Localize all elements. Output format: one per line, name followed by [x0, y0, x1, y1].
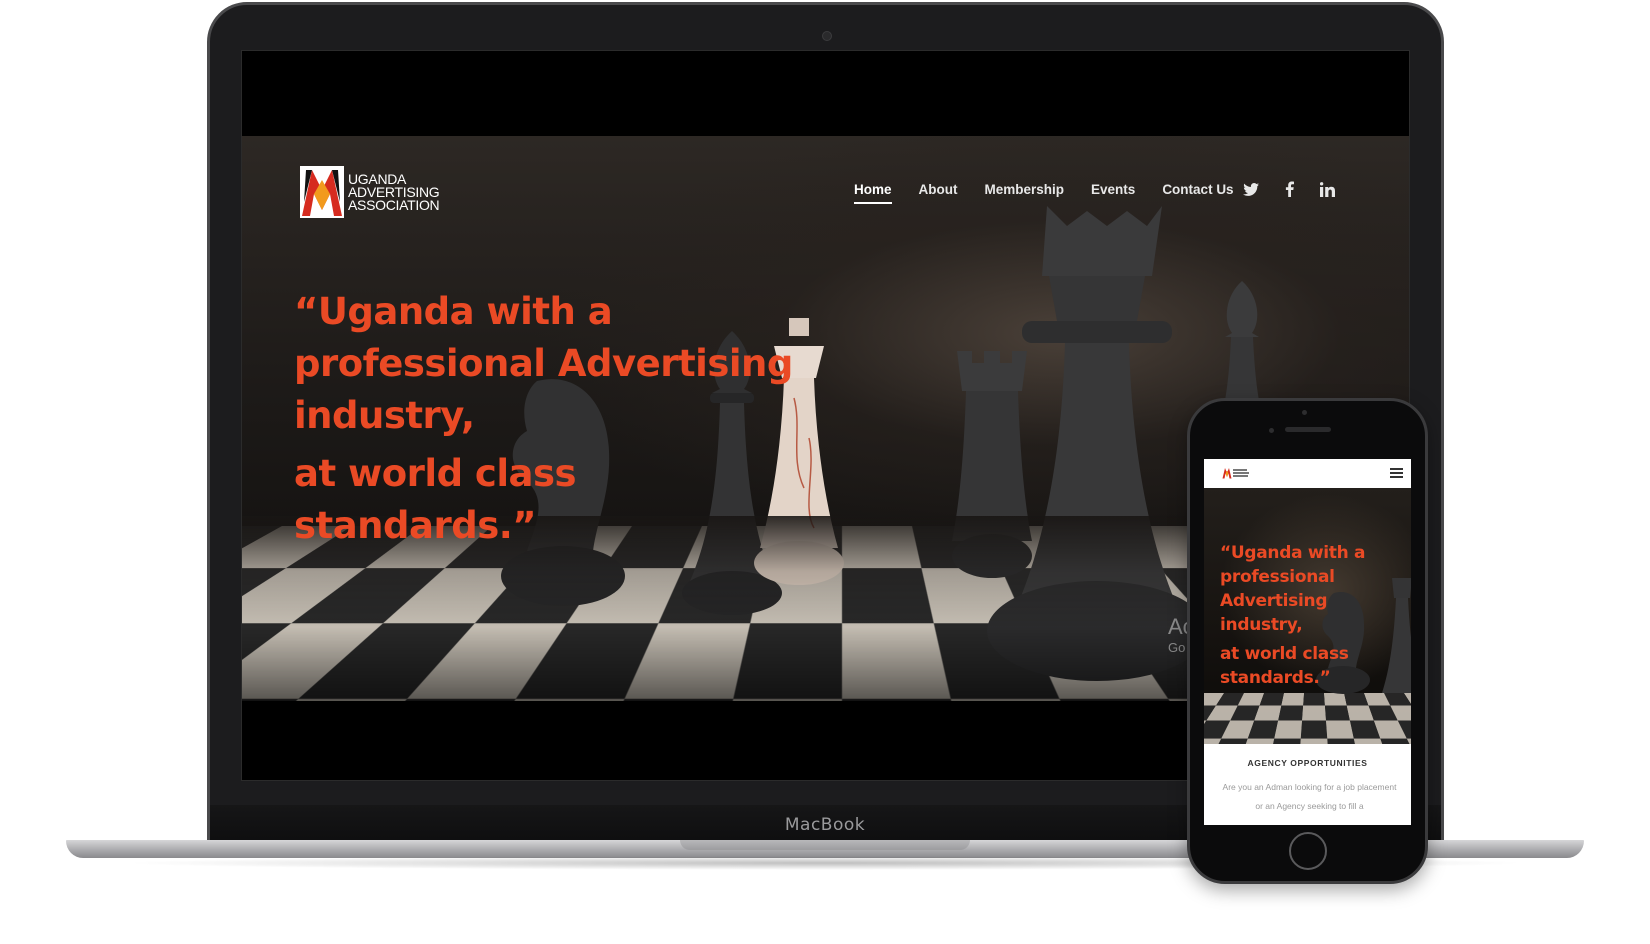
twitter-icon[interactable] [1242, 180, 1260, 198]
mobile-quote-line: at world class [1220, 644, 1349, 664]
mobile-chessboard-background [1204, 693, 1411, 744]
mobile-header [1204, 459, 1411, 488]
mobile-logo[interactable] [1222, 467, 1250, 479]
phone-camera [1302, 410, 1307, 415]
hero-quote: “Uganda with a professional Advertising … [294, 286, 793, 552]
mobile-quote-part-2: at world class standards.” [1220, 642, 1365, 690]
uaa-logo-mark [300, 166, 344, 218]
nav-membership[interactable]: Membership [985, 182, 1065, 204]
site-logo[interactable]: UGANDA ADVERTISING ASSOCIATION [300, 166, 440, 218]
mobile-black-queen-image [1382, 578, 1411, 718]
hero-quote-line: standards.” [294, 504, 537, 547]
main-nav: Home About Membership Events Contact Us [854, 182, 1234, 204]
logo-wordmark: UGANDA ADVERTISING ASSOCIATION [348, 172, 440, 213]
nav-contact-us[interactable]: Contact Us [1162, 182, 1233, 204]
hero-quote-line: professional Advertising [294, 342, 793, 385]
nav-home[interactable]: Home [854, 182, 892, 204]
laptop-hinge-notch [680, 840, 970, 850]
section-title: AGENCY OPPORTUNITIES [1247, 758, 1368, 768]
hero-quote-line: at world class [294, 452, 577, 495]
facebook-icon[interactable] [1280, 180, 1298, 198]
mobile-hero-quote: “Uganda with a professional Advertising … [1220, 541, 1366, 690]
phone-speaker [1285, 427, 1331, 432]
hero-quote-part-1: “Uganda with a professional Advertising … [294, 286, 793, 442]
mobile-quote-part-1: “Uganda with a professional Advertising … [1220, 541, 1366, 637]
laptop-camera [822, 31, 832, 41]
agency-opportunities-section: AGENCY OPPORTUNITIES Are you an Adman lo… [1204, 744, 1411, 825]
nav-about[interactable]: About [919, 182, 958, 204]
hero-quote-part-2: at world class standards.” [294, 448, 793, 552]
phone-mockup: “Uganda with a professional Advertising … [1187, 398, 1428, 884]
mobile-quote-line: “Uganda with a [1220, 543, 1366, 563]
hero-quote-line: “Uganda with a [294, 290, 613, 333]
mobile-quote-line: Advertising [1220, 591, 1328, 611]
nav-events[interactable]: Events [1091, 182, 1135, 204]
mobile-quote-line: industry, [1220, 615, 1303, 635]
phone-screen: “Uganda with a professional Advertising … [1204, 459, 1411, 825]
linkedin-icon[interactable] [1318, 180, 1336, 198]
social-links [1242, 180, 1336, 198]
logo-text-line-3: ASSOCIATION [348, 196, 440, 213]
mobile-quote-line: professional [1220, 567, 1335, 587]
section-text: Are you an Adman looking for a job place… [1222, 782, 1397, 811]
hero-quote-line: industry, [294, 394, 475, 437]
mobile-quote-line: standards.” [1220, 668, 1331, 688]
phone-home-button[interactable] [1289, 832, 1327, 870]
hamburger-menu-icon[interactable] [1390, 468, 1403, 478]
mobile-hero: “Uganda with a professional Advertising … [1204, 488, 1411, 744]
phone-front-camera [1269, 428, 1274, 433]
